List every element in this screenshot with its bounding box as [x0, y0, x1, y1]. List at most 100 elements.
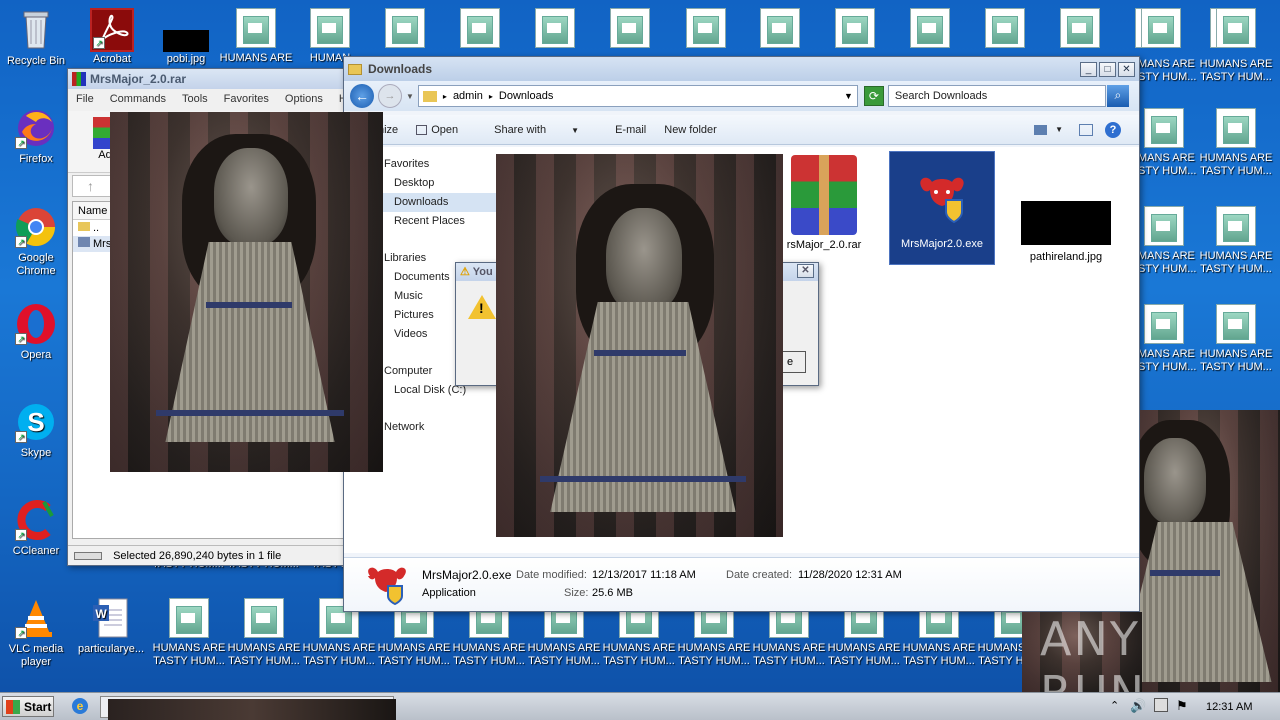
spam-icon[interactable]: HUMANS ARE TASTY HUM...: [1198, 206, 1274, 276]
spam-icon[interactable]: [668, 8, 744, 52]
back-button[interactable]: ←: [350, 84, 374, 108]
spam-label-line1: HUMANS ARE: [902, 642, 976, 654]
spam-label-partial[interactable]: MANS ARE STY HUM...: [1138, 58, 1198, 84]
refresh-button[interactable]: ⟳: [863, 86, 884, 106]
up-arrow-icon[interactable]: ↑: [87, 178, 94, 194]
menu-tools[interactable]: Tools: [174, 93, 216, 105]
spam-icon[interactable]: [892, 8, 968, 52]
menu-file[interactable]: File: [68, 93, 102, 105]
desktop-icon-label: VLC media player: [8, 643, 64, 668]
spam-label-line1: HUMANS ARE: [377, 642, 451, 654]
view-options-icon[interactable]: [1034, 124, 1048, 135]
maximize-button[interactable]: □: [1099, 61, 1116, 77]
spam-label[interactable]: HUMANS ARE TASTY HUM...: [1198, 58, 1274, 84]
recycle-bin-icon: [14, 8, 58, 52]
preview-pane-icon[interactable]: [1079, 123, 1093, 136]
open-button[interactable]: Open: [416, 124, 476, 136]
help-icon[interactable]: ?: [1105, 121, 1121, 138]
file-row-label: ..: [93, 222, 100, 234]
desktop-icon-pobi[interactable]: pobi.jpg: [151, 8, 221, 66]
action-center-flag-icon[interactable]: ⚑: [1176, 698, 1188, 714]
desktop-icon-word-doc[interactable]: W particularye...: [76, 596, 146, 656]
start-button[interactable]: Start: [2, 696, 54, 717]
spam-icon[interactable]: HUMANS ARE: [218, 8, 294, 65]
file-item-exe[interactable]: MrsMajor2.0.exe: [889, 151, 995, 265]
minimize-button[interactable]: _: [1080, 61, 1097, 77]
spam-icon[interactable]: [1042, 8, 1118, 52]
file-item-jpg[interactable]: pathireland.jpg: [1016, 201, 1116, 263]
forward-button[interactable]: →: [378, 84, 402, 108]
desktop-icon-skype[interactable]: S ↗ Skype: [1, 400, 71, 460]
spam-icon[interactable]: HUMANS ARE TASTY HUM...: [1198, 108, 1274, 178]
winrar-app-icon: [72, 72, 86, 86]
spam-icon[interactable]: [967, 8, 1043, 52]
spam-label-line1: HUMANS ARE: [677, 642, 751, 654]
spam-label-line1: HUMANS ARE: [527, 642, 601, 654]
dialog-close-button[interactable]: ✕: [797, 264, 814, 278]
new-folder-button[interactable]: New folder: [664, 124, 717, 136]
desktop-icon-ccleaner[interactable]: ↗ CCleaner: [1, 498, 71, 558]
spam-icon[interactable]: [742, 8, 818, 52]
search-icon[interactable]: ⌕: [1106, 85, 1129, 107]
spam-icon[interactable]: [817, 8, 893, 52]
spam-icon[interactable]: [442, 8, 518, 52]
breadcrumb-downloads[interactable]: Downloads: [499, 90, 553, 102]
spam-icon[interactable]: HUMANS ARE TASTY HUM...: [226, 598, 302, 668]
column-header-name[interactable]: Name: [73, 202, 113, 220]
acrobat-icon: ↗: [90, 8, 134, 52]
spam-icon[interactable]: [1123, 8, 1199, 52]
email-button[interactable]: E-mail: [615, 124, 646, 136]
volume-icon[interactable]: 🔊: [1130, 698, 1146, 714]
chevron-down-icon[interactable]: ▼: [1055, 125, 1063, 134]
explorer-titlebar[interactable]: Downloads _ □ ✕: [344, 57, 1139, 81]
spam-icon[interactable]: HUMANS ARE TASTY HUM...: [1198, 304, 1274, 374]
spam-icon[interactable]: [517, 8, 593, 52]
search-input[interactable]: Search Downloads ⌕: [887, 85, 1129, 107]
menu-favorites[interactable]: Favorites: [216, 93, 277, 105]
desktop-icon-chrome[interactable]: ↗ Google Chrome: [1, 205, 71, 278]
details-file-name: MrsMajor2.0.exe: [422, 568, 512, 582]
spam-icon[interactable]: [367, 8, 443, 52]
spam-icon[interactable]: MANS ARE STY HUM...: [1138, 206, 1198, 276]
desktop-icon-label: Opera: [20, 349, 52, 361]
desktop-icon-opera[interactable]: ↗ Opera: [1, 302, 71, 362]
desktop-icon-firefox[interactable]: ↗ Firefox: [1, 106, 71, 166]
file-item-rar[interactable]: rsMajor_2.0.rar: [774, 155, 874, 251]
desktop-icon-recycle-bin[interactable]: Recycle Bin: [1, 8, 71, 68]
breadcrumb-admin[interactable]: admin: [453, 90, 483, 102]
desktop-icon-vlc[interactable]: ↗ VLC media player: [1, 596, 71, 669]
spam-file-icon: [985, 8, 1025, 48]
clock[interactable]: 12:31 AM: [1206, 701, 1252, 713]
tray-expand-icon[interactable]: ⌃: [1110, 699, 1119, 712]
spam-label-line1: HUMANS ARE: [602, 642, 676, 654]
share-with-button[interactable]: Share with ▼: [494, 124, 597, 136]
details-file-type: Application: [422, 587, 476, 599]
spam-icon[interactable]: MANS ARE STY HUM...: [1138, 304, 1198, 374]
menu-options[interactable]: Options: [277, 93, 331, 105]
desktop-icon-label: particularye...: [77, 643, 145, 655]
menu-commands[interactable]: Commands: [102, 93, 174, 105]
spam-file-icon: [1216, 206, 1256, 246]
network-icon[interactable]: [1154, 698, 1168, 712]
image-thumbnail: [1021, 201, 1111, 245]
spam-label-line2: TASTY HUM...: [153, 655, 225, 667]
history-dropdown-icon[interactable]: ▼: [406, 92, 414, 101]
file-name: MrsMajor2.0.exe: [901, 238, 983, 250]
spam-icon[interactable]: [1198, 8, 1274, 52]
spam-file-icon: [686, 8, 726, 48]
spam-icon[interactable]: [592, 8, 668, 52]
spam-label-line2: TASTY HUM...: [303, 655, 375, 667]
address-bar[interactable]: ▸ admin ▸ Downloads ▼: [417, 85, 858, 107]
breadcrumb-chevron-icon[interactable]: ▸: [443, 92, 447, 101]
shortcut-arrow-icon: ↗: [15, 529, 27, 541]
breadcrumb-chevron-icon[interactable]: ▸: [489, 92, 493, 101]
drive-icon: [74, 552, 102, 561]
winrar-titlebar[interactable]: MrsMajor_2.0.rar: [68, 69, 356, 89]
spam-icon[interactable]: HUMANS ARE TASTY HUM...: [151, 598, 227, 668]
address-dropdown-icon[interactable]: ▼: [844, 91, 853, 101]
spam-icon[interactable]: MANS ARE STY HUM...: [1138, 108, 1198, 178]
windows-logo-icon: [6, 699, 20, 714]
close-button[interactable]: ✕: [1118, 61, 1135, 77]
desktop-icon-acrobat[interactable]: ↗ Acrobat: [77, 8, 147, 66]
ie-quicklaunch-icon[interactable]: e: [72, 698, 88, 714]
